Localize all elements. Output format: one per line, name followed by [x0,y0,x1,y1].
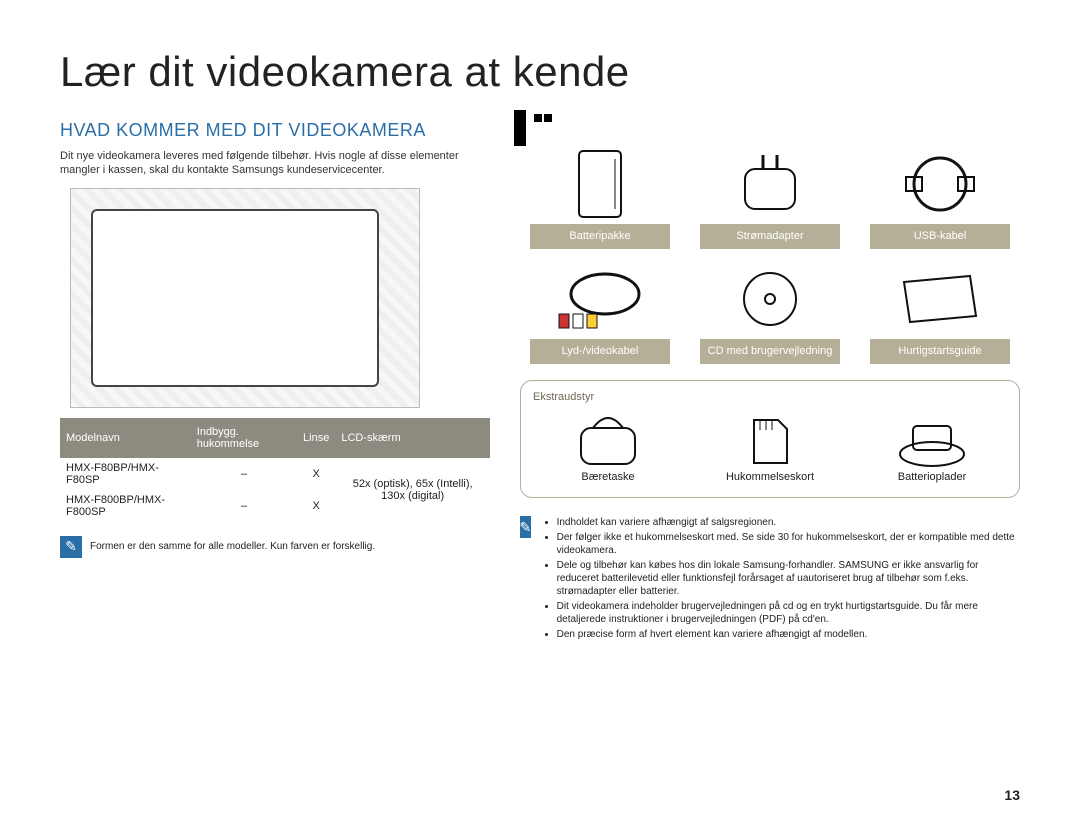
optional-carrying-case: Bæretaske [533,411,683,483]
list-item: Den præcise form af hvert element kan va… [557,628,1020,641]
battery-icon [545,144,655,224]
optional-accessories-box: Ekstraudstyr Bæretaske Hukommelseskort [520,380,1020,498]
spec-header-memory: Indbygg. hukommelse [191,418,297,458]
accessory-usb-cable: USB-kabel [860,144,1020,249]
accessory-label: Hurtigstartsguide [870,339,1010,364]
right-notes-list: Indholdet kan variere afhængigt af salgs… [541,516,1020,643]
section-marker [514,110,526,146]
cell-memory: – [191,490,297,522]
note-icon [520,516,531,538]
cell-model: HMX-F80BP/HMX-F80SP [60,458,191,490]
cell-zoom: 52x (optisk), 65x (Intelli), 130x (digit… [335,458,490,522]
table-row: HMX-F80BP/HMX-F80SP – X 52x (optisk), 65… [60,458,490,490]
usb-cable-icon [885,144,995,224]
optional-label: Hukommelseskort [726,471,814,483]
list-item: Dit videokamera indeholder brugervejledn… [557,600,1020,626]
page-title: Lær dit videokamera at kende [60,48,1020,96]
accessory-label: USB-kabel [870,224,1010,249]
right-column: Batteripakke Strømadapter USB-kabel [520,114,1020,643]
spec-table: Modelnavn Indbygg. hukommelse Linse LCD-… [60,418,490,522]
power-adapter-icon [715,144,825,224]
left-column: HVAD KOMMER MED DIT VIDEOKAMERA Dit nye … [60,114,490,643]
right-notes-block: Indholdet kan variere afhængigt af salgs… [520,516,1020,643]
cell-lens: X [297,490,335,522]
left-note-text: Formen er den samme for alle modeller. K… [90,541,375,552]
carrying-case-icon [563,411,653,471]
intro-text: Dit nye videokamera leveres med følgende… [60,149,490,178]
battery-charger-icon [887,411,977,471]
camcorder-illustration [70,188,420,408]
cell-lens: X [297,458,335,490]
accessory-cd: CD med brugervejledning [690,259,850,364]
memory-card-icon [725,411,815,471]
spec-header-lcd: LCD-skærm [335,418,490,458]
spec-header-model: Modelnavn [60,418,191,458]
left-note-row: Formen er den samme for alle modeller. K… [60,536,490,558]
cd-icon [715,259,825,339]
list-item: Der følger ikke et hukommelseskort med. … [557,531,1020,557]
accessory-label: Batteripakke [530,224,670,249]
marker-squares [534,114,552,122]
accessory-label: Lyd-/videokabel [530,339,670,364]
page-number: 13 [1004,787,1020,803]
booklet-icon [885,259,995,339]
optional-label: Batterioplader [898,471,967,483]
list-item: Indholdet kan variere afhængigt af salgs… [557,516,1020,529]
note-icon [60,536,82,558]
accessory-power-adapter: Strømadapter [690,144,850,249]
spec-header-lens: Linse [297,418,335,458]
cell-memory: – [191,458,297,490]
accessory-label: Strømadapter [700,224,840,249]
accessory-quickstart: Hurtigstartsguide [860,259,1020,364]
av-cable-icon [545,259,655,339]
accessory-battery: Batteripakke [520,144,680,249]
optional-label: Bæretaske [581,471,634,483]
accessory-label: CD med brugervejledning [700,339,840,364]
cell-model: HMX-F800BP/HMX-F800SP [60,490,191,522]
section-subtitle: HVAD KOMMER MED DIT VIDEOKAMERA [60,120,490,141]
optional-battery-charger: Batterioplader [857,411,1007,483]
accessory-grid: Batteripakke Strømadapter USB-kabel [520,144,1020,364]
accessory-av-cable: Lyd-/videokabel [520,259,680,364]
optional-title: Ekstraudstyr [533,391,1007,403]
optional-memory-card: Hukommelseskort [695,411,845,483]
list-item: Dele og tilbehør kan købes hos din lokal… [557,559,1020,598]
